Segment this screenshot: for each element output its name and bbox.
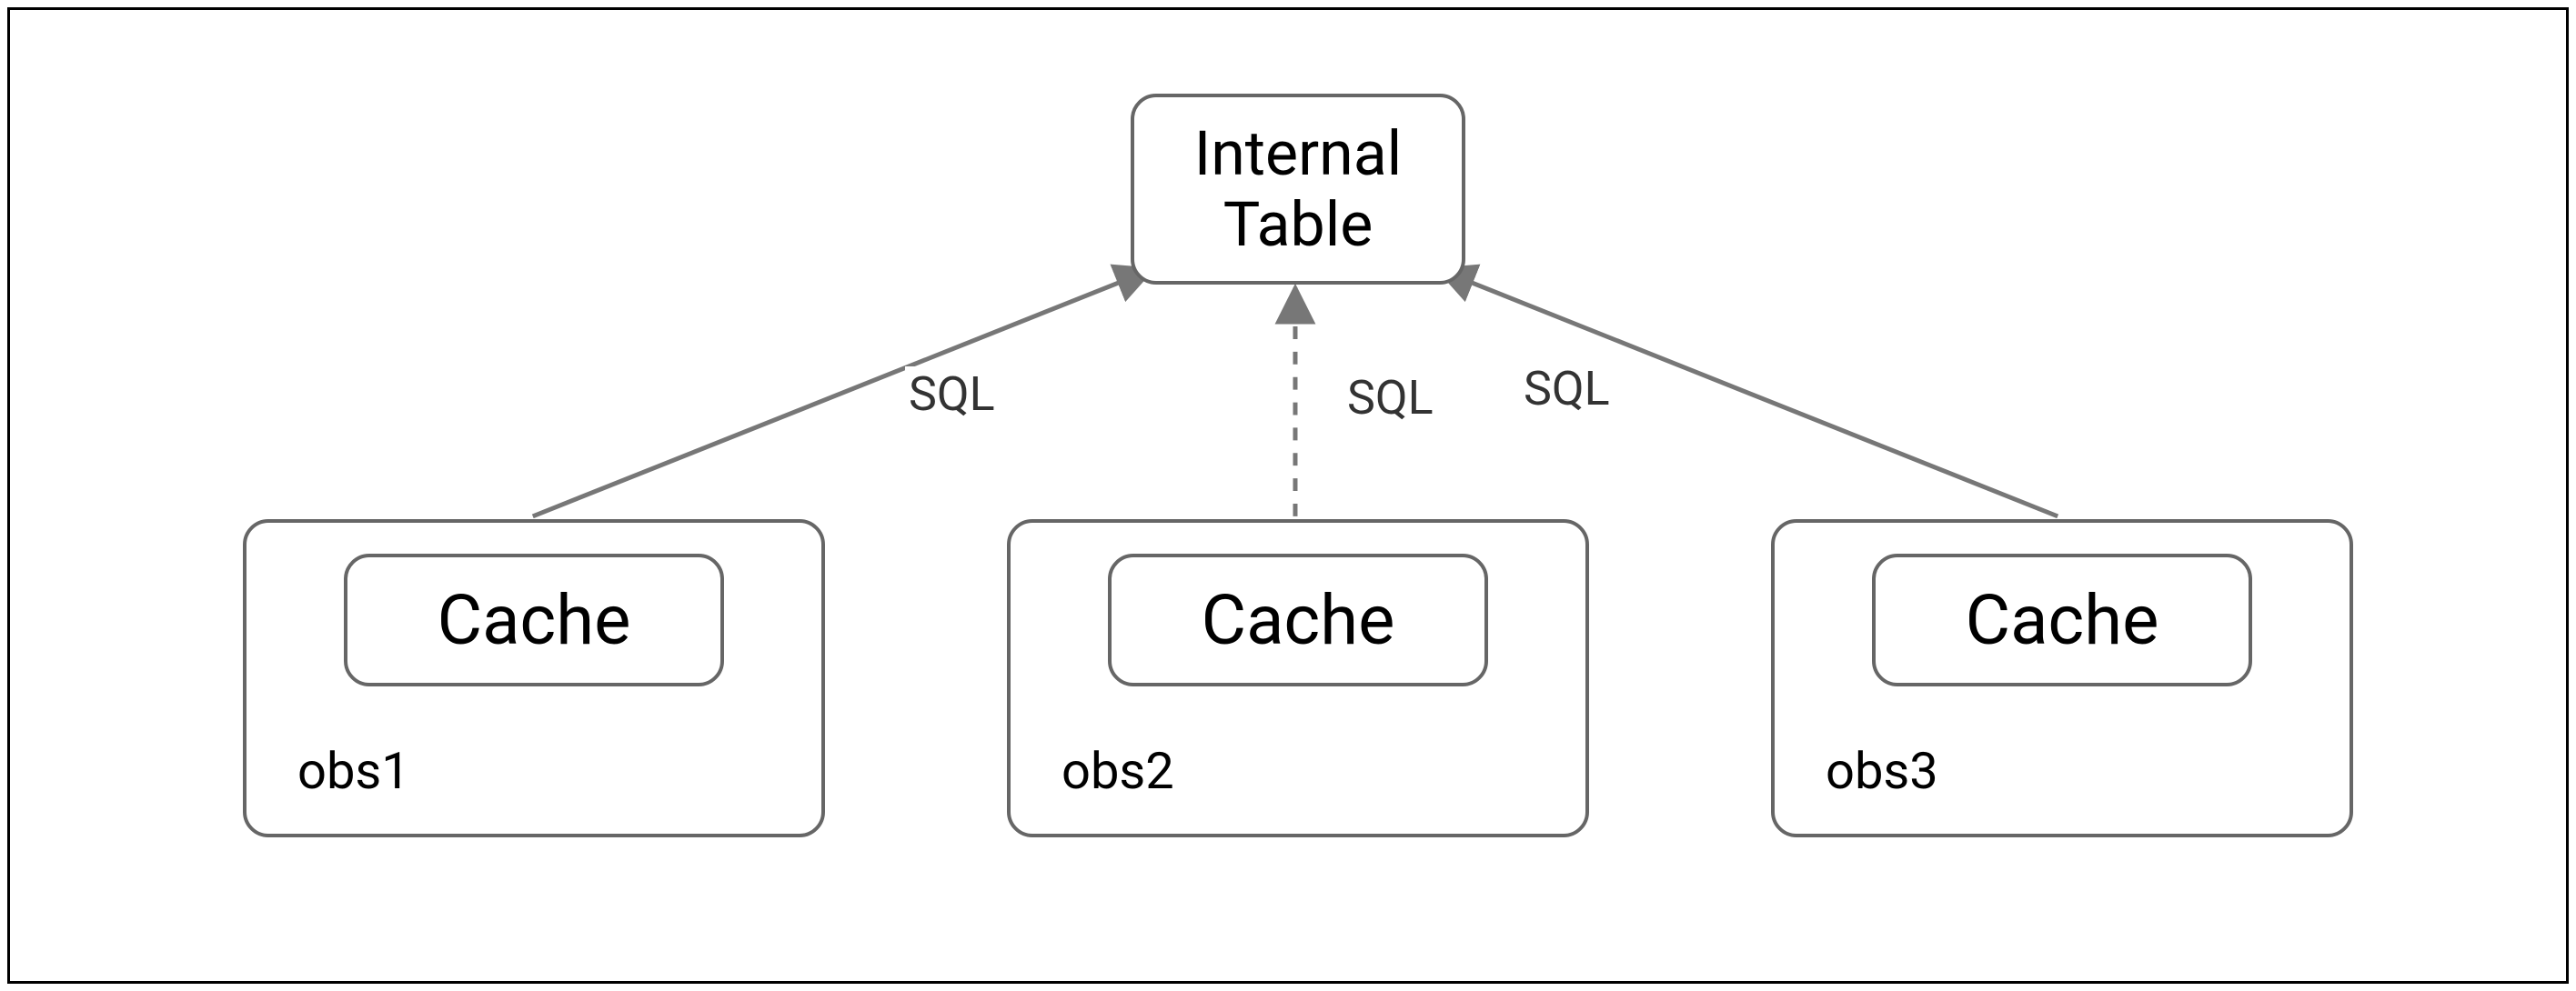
edge-label-obs2: SQL	[1343, 370, 1437, 425]
cache-box-obs2: Cache	[1108, 554, 1488, 686]
internal-table-label-line2: Table	[1223, 189, 1374, 260]
edge-label-obs1: SQL	[905, 366, 999, 422]
cache-box-obs1: Cache	[344, 554, 724, 686]
observer-node-obs2: Cache obs2	[1007, 519, 1589, 837]
observer-label-obs3: obs3	[1826, 741, 1938, 801]
observer-label-obs1: obs1	[297, 741, 410, 801]
internal-table-node: Internal Table	[1131, 94, 1465, 285]
cache-box-obs3: Cache	[1872, 554, 2252, 686]
observer-node-obs3: Cache obs3	[1771, 519, 2353, 837]
edge-label-obs3: SQL	[1520, 361, 1614, 416]
diagram-canvas: Internal Table SQL SQL SQL Cache obs1 Ca…	[10, 10, 2566, 981]
internal-table-label-line1: Internal	[1194, 118, 1402, 189]
observer-label-obs2: obs2	[1062, 741, 1174, 801]
diagram-frame: Internal Table SQL SQL SQL Cache obs1 Ca…	[7, 7, 2569, 984]
observer-node-obs1: Cache obs1	[243, 519, 825, 837]
